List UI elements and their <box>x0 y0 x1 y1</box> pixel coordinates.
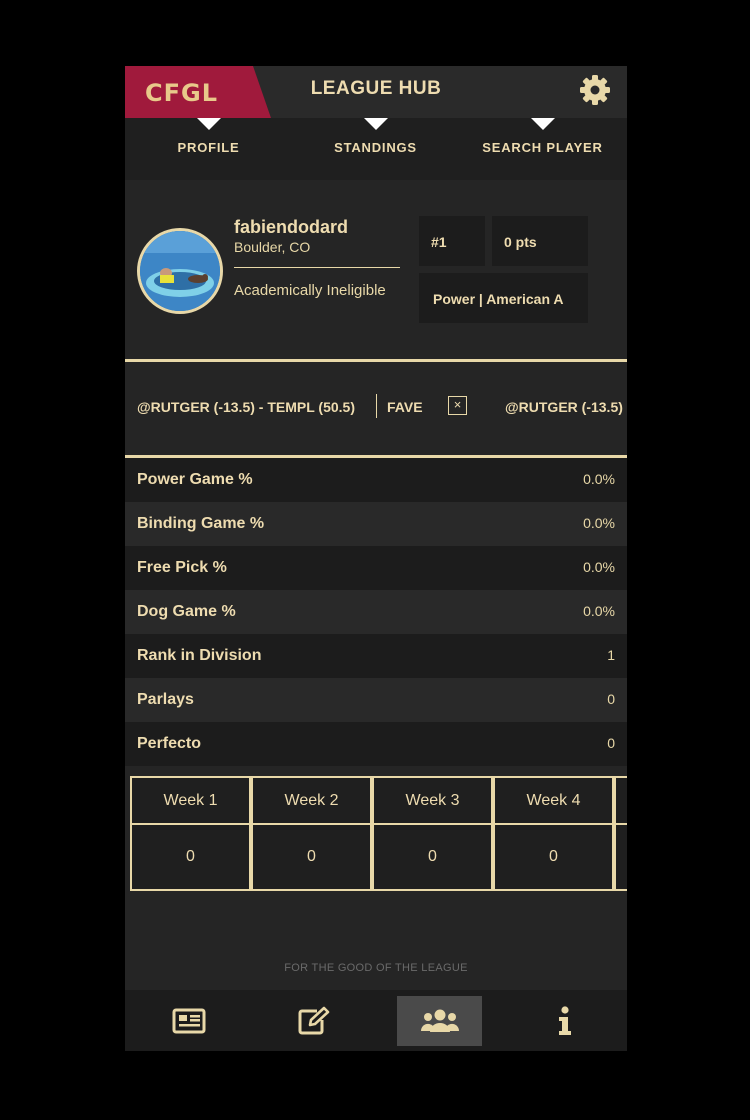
tab-bar: PROFILE STANDINGS SEARCH PLAYER <box>125 118 627 231</box>
stat-label: Binding Game % <box>137 515 265 532</box>
stat-value: 0.0% <box>583 471 615 487</box>
rank-value: #1 <box>431 234 447 250</box>
game-ticker[interactable]: @RUTGER (-13.5) - TEMPL (50.5) FAVE × @R… <box>125 363 627 455</box>
stat-row-perfecto: Perfecto 0 <box>125 722 627 766</box>
nav-league[interactable] <box>397 996 482 1046</box>
close-icon[interactable]: × <box>448 396 467 415</box>
tab-search-player[interactable]: SEARCH PLAYER <box>459 118 626 180</box>
points-box: 0 pts <box>492 216 588 266</box>
user-location: Boulder, CO <box>234 239 311 255</box>
stat-value: 0.0% <box>583 515 615 531</box>
app-screen: CFGL LEAGUE HUB PROFILE STANDINGS SEARCH <box>125 66 627 1051</box>
stat-row-dog-game: Dog Game % 0.0% <box>125 590 627 634</box>
info-icon <box>558 1006 571 1035</box>
tab-indicator-arrow <box>530 118 555 130</box>
stat-label: Power Game % <box>137 471 253 488</box>
divider <box>125 359 627 362</box>
stat-row-binding-game: Binding Game % 0.0% <box>125 502 627 546</box>
stat-value: 0.0% <box>583 603 615 619</box>
avatar[interactable] <box>137 228 223 314</box>
ticker-next-game: @RUTGER (-13.5) <box>505 399 623 415</box>
edit-icon <box>298 1006 329 1035</box>
week-header: Week 4 <box>493 776 614 825</box>
profile-card: fabiendodard Boulder, CO Academically In… <box>125 180 627 358</box>
division-value: Power | American A <box>433 291 564 307</box>
week-score: 0 <box>372 823 493 891</box>
tab-label: SEARCH PLAYER <box>482 140 603 155</box>
bottom-nav <box>125 990 627 1051</box>
username: fabiendodard <box>234 217 349 237</box>
stat-value: 0.0% <box>583 559 615 575</box>
nav-news[interactable] <box>146 996 231 1046</box>
avatar-photo <box>140 231 220 311</box>
week-score: 0 <box>251 823 372 891</box>
footer-tagline: FOR THE GOOD OF THE LEAGUE <box>284 962 468 974</box>
week-header: Week 3 <box>372 776 493 825</box>
week-score: 0 <box>493 823 614 891</box>
stat-row-free-pick: Free Pick % 0.0% <box>125 546 627 590</box>
newspaper-icon <box>172 1008 205 1034</box>
tab-indicator-arrow <box>363 118 388 130</box>
page-title: LEAGUE HUB <box>310 78 442 99</box>
rank-box: #1 <box>419 216 485 266</box>
users-icon <box>420 1009 459 1032</box>
week-header-partial <box>614 776 627 825</box>
gear-icon[interactable] <box>577 72 613 108</box>
stat-label: Rank in Division <box>137 647 262 664</box>
ticker-game: @RUTGER (-13.5) - TEMPL (50.5) <box>137 399 355 415</box>
stat-label: Dog Game % <box>137 603 236 620</box>
nav-info[interactable] <box>522 996 607 1046</box>
week-header: Week 1 <box>130 776 251 825</box>
week-header: Week 2 <box>251 776 372 825</box>
division-box: Power | American A <box>419 273 588 323</box>
header-bar: CFGL LEAGUE HUB <box>125 66 627 118</box>
tab-label: STANDINGS <box>334 140 417 155</box>
stat-row-rank-in-division: Rank in Division 1 <box>125 634 627 678</box>
stat-label: Perfecto <box>137 735 202 752</box>
divider <box>234 267 400 268</box>
stat-label: Free Pick % <box>137 559 227 576</box>
stat-label: Parlays <box>137 691 194 708</box>
user-status: Academically Ineligible <box>234 282 386 299</box>
stat-value: 0 <box>607 735 615 751</box>
nav-picks[interactable] <box>271 996 356 1046</box>
ticker-separator <box>376 394 377 418</box>
week-score-partial <box>614 823 627 891</box>
stat-value: 0 <box>607 691 615 707</box>
tab-profile[interactable]: PROFILE <box>125 118 292 180</box>
weekly-scores-table[interactable]: Week 1 Week 2 Week 3 Week 4 0 0 0 0 <box>130 776 627 892</box>
fave-label: FAVE <box>387 399 423 415</box>
tab-indicator-arrow <box>196 118 221 130</box>
stat-row-parlays: Parlays 0 <box>125 678 627 722</box>
stat-value: 1 <box>607 647 615 663</box>
tab-standings[interactable]: STANDINGS <box>292 118 459 180</box>
week-score: 0 <box>130 823 251 891</box>
tab-label: PROFILE <box>177 140 240 155</box>
points-value: 0 pts <box>504 234 537 250</box>
stat-row-power-game: Power Game % 0.0% <box>125 458 627 502</box>
